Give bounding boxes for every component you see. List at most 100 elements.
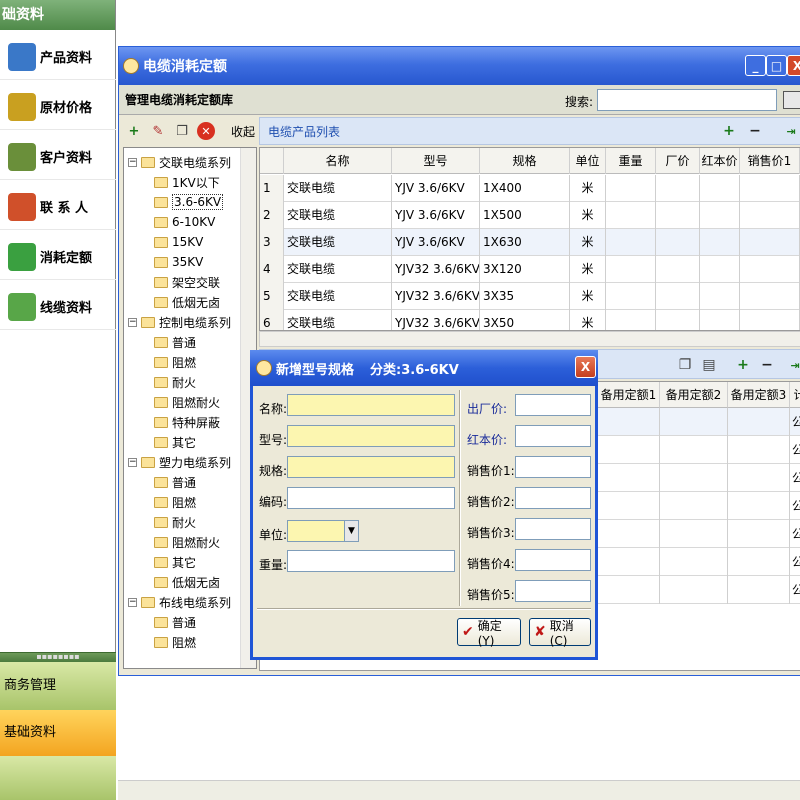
copy-quota-icon[interactable]: ❐ [676,356,694,374]
unit-select[interactable]: ▼ [287,520,359,542]
chevron-down-icon[interactable]: ▼ [344,521,358,541]
weight-input[interactable] [287,550,455,572]
quota-column-header[interactable]: 备用定额3 [728,382,790,408]
nav-item-5[interactable]: 线缆资料 [0,284,116,330]
expand-toggle-icon[interactable]: − [128,597,137,607]
field-input[interactable] [287,425,455,447]
collapse-button[interactable]: 收起 [231,123,255,140]
add-product-icon[interactable]: + [720,122,738,140]
column-header[interactable]: 规格 [480,148,570,174]
tree-group[interactable]: − 塑力电缆系列 [128,452,231,472]
table-row[interactable]: 5交联电缆YJV32 3.6/6KV-LC3X35米 [260,283,800,310]
tree-leaf[interactable]: 阻燃耐火 [154,392,220,412]
tree-leaf[interactable]: 阻燃 [154,352,196,372]
tree-leaf[interactable]: 3.6-6KV [154,192,224,212]
field-input[interactable] [287,394,455,416]
nav-splitter[interactable]: ▪▪▪▪▪▪▪▪ [0,652,116,662]
price-input[interactable] [515,549,591,571]
nav-item-0[interactable]: 产品资料 [0,34,116,80]
tree-leaf[interactable]: 低烟无卤 [154,572,220,592]
edit-node-icon[interactable]: ✎ [149,122,167,140]
window-titlebar[interactable]: 电缆消耗定额 [119,47,800,85]
dialog-titlebar[interactable]: 新增型号规格 分类:3.6-6KV [250,350,598,386]
tree-leaf[interactable]: 低烟无卤 [154,292,220,312]
nav-business-management[interactable]: 商务管理 [0,662,116,710]
table-row[interactable]: 1 交联电缆 YJV 3.6/6KV 1X400 米 [260,175,800,202]
tree-leaf[interactable]: 耐火 [154,512,196,532]
paste-quota-icon[interactable]: ▤ [700,356,718,374]
dialog-close-button[interactable]: X [575,356,596,378]
nav-item-2[interactable]: 客户资料 [0,134,116,180]
export-icon[interactable]: ⇥ [782,122,800,140]
tree-leaf[interactable]: 1KV以下 [154,172,220,192]
product-grid-horizontal-scrollbar[interactable] [259,331,800,347]
nav-item-3[interactable]: 联 系 人 [0,184,116,230]
tree-leaf[interactable]: 特种屏蔽 [154,412,220,432]
search-input[interactable] [597,89,777,111]
tree-leaf[interactable]: 阻燃 [154,632,196,652]
column-header[interactable] [260,148,284,174]
expand-toggle-icon[interactable]: − [128,317,137,327]
tree-leaf[interactable]: 架空交联 [154,272,220,292]
quota-column-header[interactable]: 备用定额2 [660,382,728,408]
nav-item-1[interactable]: 原材价格 [0,84,116,130]
tree-group[interactable]: − 控制电缆系列 [128,312,231,332]
column-header[interactable]: 名称 [284,148,392,174]
table-cell: 米 [570,229,606,256]
nav-basic-data[interactable]: 基础资料 [0,710,116,756]
table-row[interactable]: 4 交联电缆 YJV32 3.6/6KV 3X120 米 [260,256,800,283]
add-node-icon[interactable]: + [125,122,143,140]
table-cell: 4 [260,256,284,283]
field-input[interactable] [287,487,455,509]
window-close-button[interactable]: X [787,55,800,76]
tree-leaf[interactable]: 35KV [154,252,203,272]
maximize-button[interactable]: □ [766,55,787,76]
tree-leaf[interactable]: 普通 [154,332,196,352]
tree-leaf[interactable]: 耐火 [154,372,196,392]
column-header[interactable]: 厂价 [656,148,700,174]
tree-group[interactable]: − 交联电缆系列 [128,152,231,172]
tree-group[interactable]: − 布线电缆系列 [128,592,231,612]
table-row[interactable]: 2 交联电缆 YJV 3.6/6KV 1X500 米 [260,202,800,229]
export-quota-icon[interactable]: ⇥ [786,356,800,374]
price-input[interactable] [515,394,591,416]
table-row[interactable]: 3 交联电缆 YJV 3.6/6KV 1X630 米 [260,229,800,256]
quota-column-header[interactable]: 计 [790,382,800,408]
column-header[interactable]: 重量 [606,148,656,174]
desktop-horizontal-scrollbar[interactable] [118,780,800,800]
price-label: 销售价4: [467,557,515,571]
remove-quota-icon[interactable]: − [758,356,776,374]
tree-leaf[interactable]: 普通 [154,612,196,632]
expand-toggle-icon[interactable]: − [128,457,137,467]
quota-column-header[interactable]: 备用定额1 [598,382,660,408]
column-header[interactable]: 销售价1 [740,148,800,174]
delete-node-icon[interactable]: ✕ [197,122,215,140]
tree-leaf[interactable]: 15KV [154,232,203,252]
tree-leaf[interactable]: 普通 [154,472,196,492]
field-input[interactable] [287,456,455,478]
expand-toggle-icon[interactable]: − [128,157,137,167]
table-cell [606,229,656,256]
column-header[interactable]: 型号 [392,148,480,174]
tree-leaf[interactable]: 6-10KV [154,212,215,232]
price-input[interactable] [515,518,591,540]
price-input[interactable] [515,487,591,509]
column-header[interactable]: 红本价 [700,148,740,174]
remove-product-icon[interactable]: − [746,122,764,140]
cancel-button[interactable]: ✘ 取消(C) [529,618,591,648]
table-row[interactable]: 6交联电缆YJV32 3.6/6KV-LC3X50米 [260,310,800,330]
price-input[interactable] [515,425,591,447]
add-quota-icon[interactable]: + [734,356,752,374]
copy-node-icon[interactable]: ❐ [173,122,191,140]
price-input[interactable] [515,456,591,478]
tree-leaf[interactable]: 阻燃 [154,492,196,512]
nav-item-4[interactable]: 消耗定额 [0,234,116,280]
minimize-button[interactable]: _ [745,55,766,76]
tree-leaf[interactable]: 阻燃耐火 [154,532,220,552]
price-input[interactable] [515,580,591,602]
search-icon[interactable] [783,91,800,109]
tree-leaf[interactable]: 其它 [154,552,196,572]
column-header[interactable]: 单位 [570,148,606,174]
tree-leaf[interactable]: 其它 [154,432,196,452]
ok-button[interactable]: ✔ 确定(Y) [457,618,521,648]
